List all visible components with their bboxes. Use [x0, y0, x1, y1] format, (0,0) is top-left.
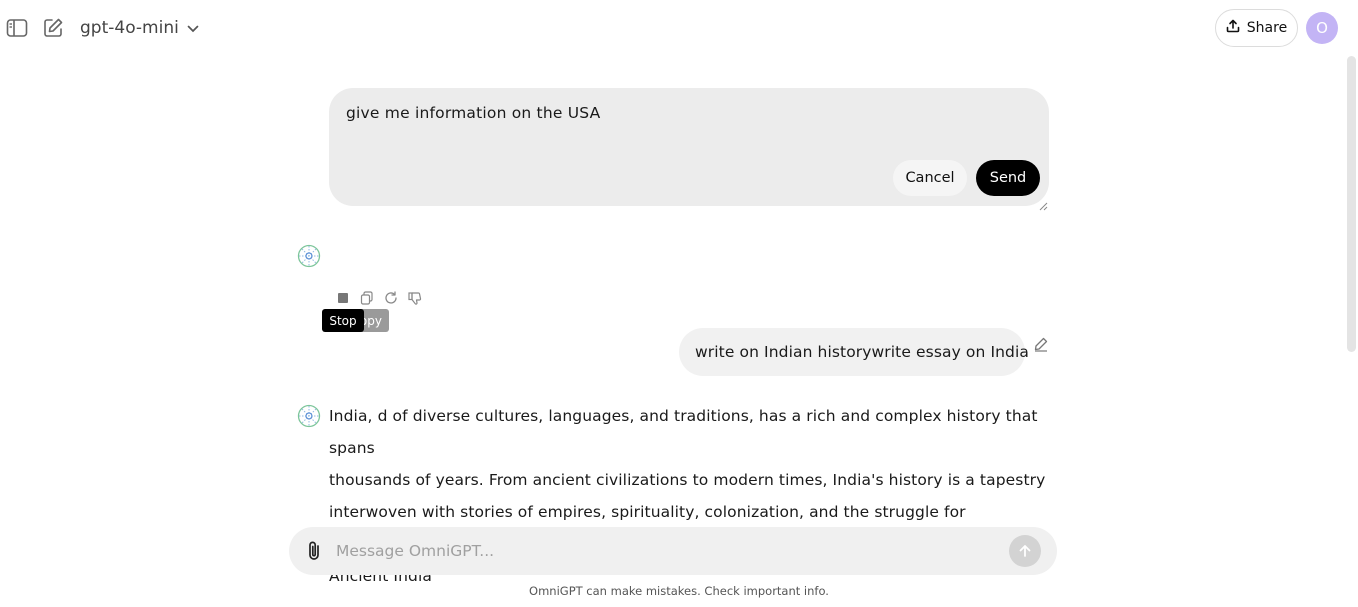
- model-selector[interactable]: gpt-4o-mini: [80, 16, 199, 40]
- response-line: India, d of diverse cultures, languages,…: [329, 407, 1038, 457]
- upload-icon: [1226, 19, 1240, 37]
- thumbs-down-icon[interactable]: [408, 291, 422, 305]
- stop-icon[interactable]: [336, 291, 350, 305]
- arrow-up-icon[interactable]: [1009, 535, 1041, 567]
- avatar[interactable]: O: [1306, 12, 1338, 44]
- regenerate-icon[interactable]: [384, 291, 398, 305]
- response-line: thousands of years. From ancient civiliz…: [329, 471, 1046, 489]
- bot-logo-icon: [297, 244, 321, 268]
- scrollbar[interactable]: [1347, 56, 1356, 352]
- paperclip-icon[interactable]: [305, 540, 325, 562]
- share-button[interactable]: Share: [1215, 9, 1298, 47]
- send-button[interactable]: Send: [976, 160, 1040, 196]
- bot-logo-icon: [297, 404, 321, 428]
- chevron-down-icon: [187, 18, 199, 38]
- top-bar: gpt-4o-mini Share O: [0, 0, 1358, 56]
- stop-tooltip: Stop: [322, 309, 364, 332]
- edit-message-box[interactable]: give me information on the USA Cancel Se…: [329, 88, 1049, 211]
- copy-icon[interactable]: [360, 291, 374, 305]
- share-label: Share: [1246, 20, 1288, 36]
- resize-grip-icon[interactable]: [1039, 196, 1048, 211]
- message-composer: [289, 527, 1057, 575]
- message-actions: [336, 290, 422, 306]
- edit-message-text[interactable]: give me information on the USA: [346, 104, 600, 122]
- sidebar-toggle-icon[interactable]: [5, 16, 29, 40]
- pencil-icon[interactable]: [1033, 336, 1049, 352]
- new-chat-icon[interactable]: [41, 16, 65, 40]
- cancel-button[interactable]: Cancel: [893, 160, 967, 196]
- user-message: write on Indian historywrite essay on In…: [679, 328, 1029, 376]
- message-input[interactable]: [336, 539, 986, 563]
- model-name: gpt-4o-mini: [80, 18, 179, 38]
- disclaimer: OmniGPT can make mistakes. Check importa…: [529, 584, 829, 598]
